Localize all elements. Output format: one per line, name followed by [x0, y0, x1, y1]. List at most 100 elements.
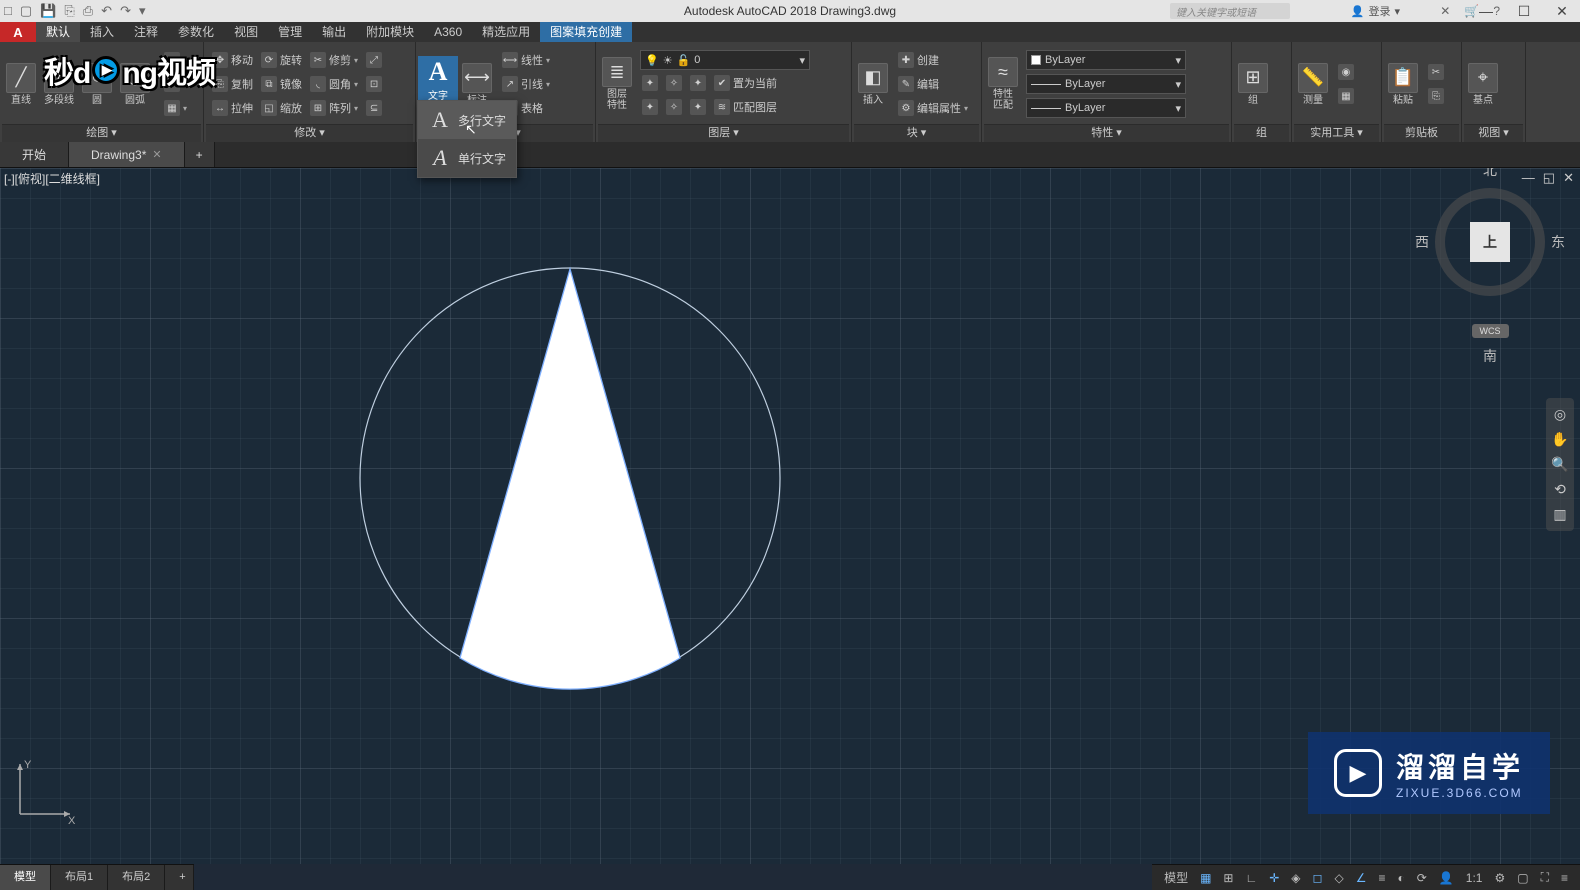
- lineweight-combo[interactable]: ByLayer▾: [1026, 74, 1186, 94]
- vp-close-icon[interactable]: ✕: [1563, 170, 1574, 186]
- dtext-menu-item[interactable]: A单行文字: [418, 139, 516, 177]
- layer-icon-2[interactable]: ✧: [664, 72, 684, 94]
- tab-featured[interactable]: 精选应用: [472, 22, 540, 42]
- mtext-menu-item[interactable]: A多行文字: [418, 101, 516, 139]
- signin-button[interactable]: 👤 登录 ▾: [1351, 3, 1400, 19]
- linear-dim-button[interactable]: ⟷线性▾: [500, 49, 552, 71]
- viewcube-top-face[interactable]: 上: [1470, 222, 1510, 262]
- nav-zoom-icon[interactable]: 🔍: [1551, 456, 1568, 473]
- fillet-button[interactable]: ◟圆角▾: [308, 73, 360, 95]
- block-edit-button[interactable]: ✎编辑: [896, 73, 970, 95]
- panel-clipboard-label[interactable]: 剪贴板: [1384, 124, 1459, 142]
- status-scale[interactable]: 1:1: [1462, 871, 1487, 885]
- color-combo[interactable]: ByLayer▾: [1026, 50, 1186, 70]
- trim-button[interactable]: ✂修剪▾: [308, 49, 360, 71]
- stretch-button[interactable]: ↔拉伸: [210, 97, 255, 119]
- qat-save-icon[interactable]: 💾: [40, 3, 56, 19]
- tab-hatch-creation[interactable]: 图案填充创建: [540, 22, 632, 42]
- util-2[interactable]: ▦: [1336, 85, 1356, 107]
- paste-button[interactable]: 📋粘贴: [1384, 59, 1422, 110]
- close-tab-icon[interactable]: ✕: [152, 142, 161, 168]
- wcs-badge[interactable]: WCS: [1472, 324, 1509, 338]
- status-polar-icon[interactable]: ✛: [1265, 871, 1283, 885]
- qat-new-icon[interactable]: □: [4, 3, 12, 19]
- copy-button[interactable]: ⎘复制: [210, 73, 255, 95]
- layer-icon-1[interactable]: ✦: [640, 72, 660, 94]
- panel-block-label[interactable]: 块 ▾: [854, 124, 979, 142]
- layout-tab-model[interactable]: 模型: [0, 865, 51, 890]
- measure-button[interactable]: 📏测量: [1294, 59, 1332, 110]
- close-button[interactable]: ✕: [1548, 3, 1576, 20]
- rotate-button[interactable]: ⟳旋转: [259, 49, 304, 71]
- viewcube-south[interactable]: 南: [1483, 346, 1497, 366]
- tab-insert[interactable]: 插入: [80, 22, 124, 42]
- status-transparency-icon[interactable]: ◐: [1394, 871, 1409, 885]
- help-search-input[interactable]: 键入关键字或短语: [1170, 3, 1290, 19]
- layout-tab-layout1[interactable]: 布局1: [51, 865, 108, 890]
- layer-make-current[interactable]: ✔置为当前: [712, 72, 779, 94]
- tab-default[interactable]: 默认: [36, 22, 80, 42]
- file-tab-drawing3[interactable]: Drawing3*✕: [69, 142, 185, 167]
- leader-button[interactable]: ↗引线▾: [500, 73, 552, 95]
- match-properties-button[interactable]: ≈特性 匹配: [984, 53, 1022, 115]
- mod-icon-2[interactable]: ⊡: [364, 73, 384, 95]
- status-lwt-icon[interactable]: ≡: [1375, 871, 1390, 885]
- group-button[interactable]: ⊞组: [1234, 59, 1272, 110]
- block-attr-button[interactable]: ⚙编辑属性▾: [896, 97, 970, 119]
- layer-icon-4[interactable]: ✦: [640, 96, 660, 118]
- qat-print-icon[interactable]: ⎙: [83, 3, 93, 19]
- nav-showmotion-icon[interactable]: ▥: [1553, 506, 1566, 523]
- layer-combo[interactable]: 💡 ☀ 🔓 0 ▾: [640, 50, 810, 70]
- qat-undo-icon[interactable]: ↶: [101, 3, 112, 19]
- block-create-button[interactable]: ✚创建: [896, 49, 970, 71]
- array-button[interactable]: ⊞阵列▾: [308, 97, 360, 119]
- status-osnap-icon[interactable]: ◻: [1309, 871, 1327, 885]
- status-ortho-icon[interactable]: ∟: [1241, 871, 1261, 885]
- copy-icon[interactable]: ⎘: [1426, 85, 1446, 107]
- viewcube-west[interactable]: 西: [1415, 232, 1429, 252]
- status-3dosnap-icon[interactable]: ◇: [1331, 871, 1348, 885]
- qat-open-icon[interactable]: ▢: [20, 3, 32, 19]
- layer-icon-3[interactable]: ✦: [688, 72, 708, 94]
- nav-orbit-icon[interactable]: ⟲: [1554, 481, 1566, 498]
- panel-utilities-label[interactable]: 实用工具 ▾: [1294, 124, 1379, 142]
- status-annomonitor-icon[interactable]: 👤: [1435, 871, 1458, 885]
- basepoint-button[interactable]: ⌖基点: [1464, 59, 1502, 110]
- tab-parametric[interactable]: 参数化: [168, 22, 224, 42]
- ucs-icon[interactable]: X Y: [10, 754, 80, 824]
- layer-icon-6[interactable]: ✦: [688, 96, 708, 118]
- hatch-entity[interactable]: [460, 269, 680, 689]
- line-button[interactable]: ╱直线: [2, 59, 40, 110]
- status-grid-icon[interactable]: ▦: [1196, 871, 1215, 885]
- viewport-label[interactable]: [-][俯视][二维线框]: [4, 170, 100, 187]
- new-tab-button[interactable]: +: [185, 142, 215, 167]
- status-custom-icon[interactable]: ≡: [1557, 871, 1572, 885]
- app-menu-button[interactable]: A: [0, 22, 36, 42]
- drawing-canvas[interactable]: [-][俯视][二维线框] — ◱ ✕ X Y 北 西 上 东 南 WCS ◎ …: [0, 168, 1580, 864]
- mirror-button[interactable]: ⧉镜像: [259, 73, 304, 95]
- qat-redo-icon[interactable]: ↷: [120, 3, 131, 19]
- maximize-button[interactable]: ☐: [1510, 3, 1538, 20]
- tab-annotate[interactable]: 注释: [124, 22, 168, 42]
- panel-layers-label[interactable]: 图层 ▾: [598, 124, 849, 142]
- exchange-icon[interactable]: ✕: [1440, 4, 1450, 18]
- status-isoplane-icon[interactable]: ◈: [1287, 871, 1304, 885]
- status-snap-icon[interactable]: ⊞: [1219, 871, 1237, 885]
- layout-tab-layout2[interactable]: 布局2: [108, 865, 165, 890]
- minimize-button[interactable]: —: [1472, 3, 1500, 20]
- qat-saveas-icon[interactable]: ⎘: [64, 3, 74, 19]
- scale-button[interactable]: ◱缩放: [259, 97, 304, 119]
- viewcube-north[interactable]: 北: [1483, 168, 1497, 180]
- nav-wheel-icon[interactable]: ◎: [1554, 406, 1566, 423]
- layout-tab-add[interactable]: +: [165, 865, 194, 890]
- panel-draw-label[interactable]: 绘图 ▾: [2, 124, 201, 142]
- layer-icon-5[interactable]: ✧: [664, 96, 684, 118]
- move-button[interactable]: ✥移动: [210, 49, 255, 71]
- viewcube-east[interactable]: 东: [1551, 232, 1565, 252]
- viewcube[interactable]: 北 西 上 东 南 WCS: [1430, 188, 1550, 338]
- file-tab-start[interactable]: 开始: [0, 142, 69, 167]
- nav-pan-icon[interactable]: ✋: [1551, 431, 1568, 448]
- draw-misc-3[interactable]: ▦▾: [162, 97, 189, 119]
- panel-properties-label[interactable]: 特性 ▾: [984, 124, 1229, 142]
- layer-properties-button[interactable]: ≣图层 特性: [598, 53, 636, 115]
